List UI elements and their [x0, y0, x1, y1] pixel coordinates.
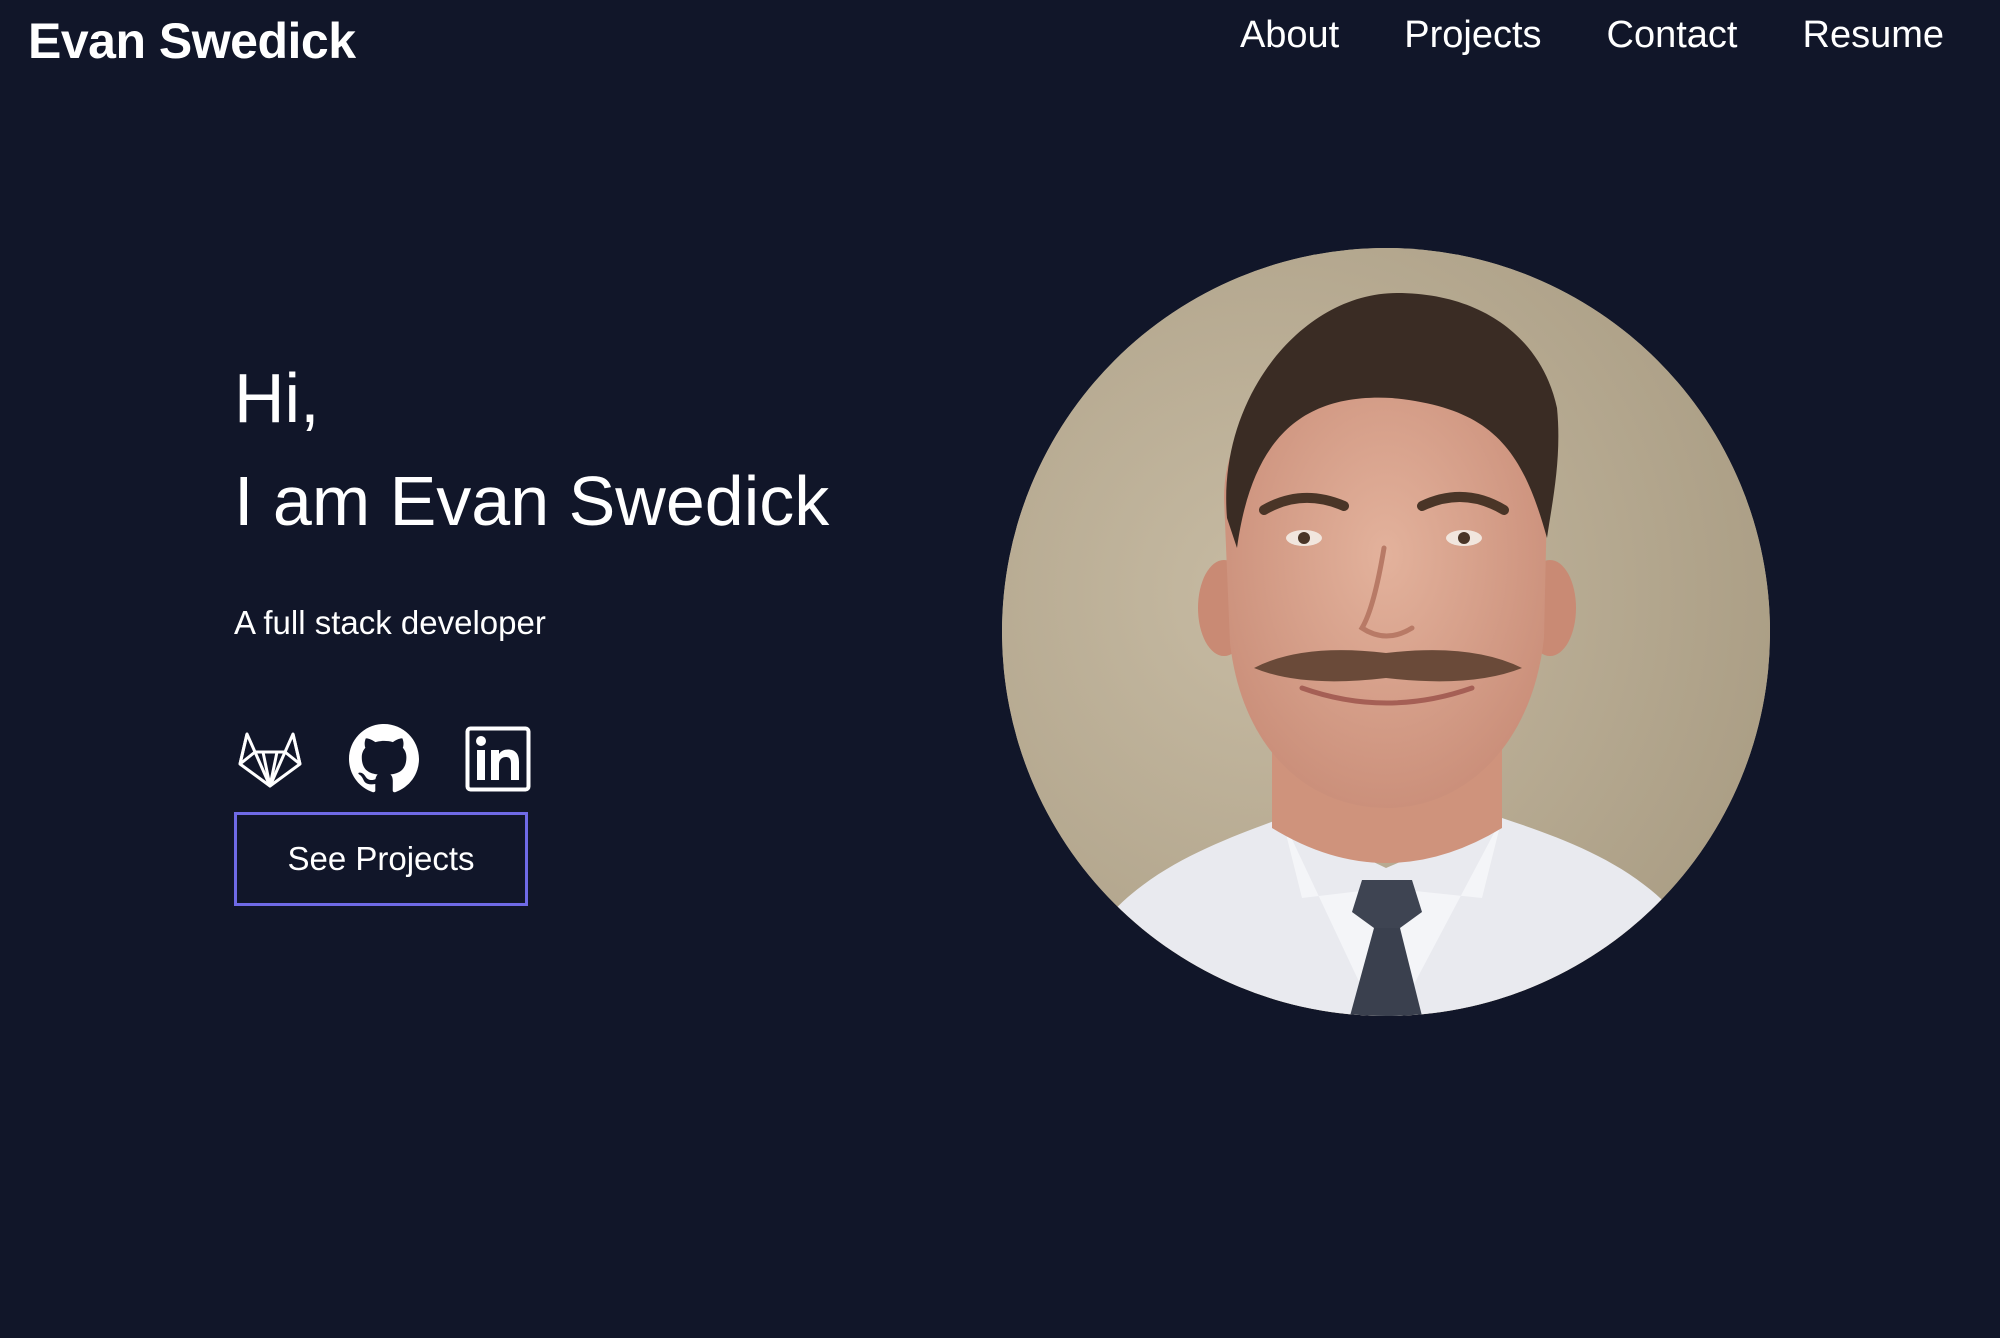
linkedin-icon [465, 726, 531, 792]
site-brand[interactable]: Evan Swedick [28, 12, 356, 70]
hero-tagline: A full stack developer [234, 604, 546, 641]
page: Evan Swedick About Projects Contact Resu… [0, 0, 2000, 1338]
github-link[interactable] [348, 723, 420, 795]
gitlab-icon [238, 732, 302, 788]
github-icon [349, 724, 419, 793]
main-nav: About Projects Contact Resume [1240, 14, 1944, 57]
nav-about-link[interactable]: About [1240, 14, 1339, 57]
profile-photo [1002, 248, 1770, 1016]
hero-section: Hi, I am Evan Swedick A full stack devel… [234, 360, 829, 906]
hero-intro: I am Evan Swedick [234, 462, 830, 540]
nav-projects-link[interactable]: Projects [1404, 14, 1541, 57]
gitlab-link[interactable] [234, 723, 306, 795]
nav-resume-link[interactable]: Resume [1803, 14, 1945, 57]
linkedin-link[interactable] [462, 723, 534, 795]
hero-greeting: Hi, [234, 359, 320, 437]
social-links [234, 722, 829, 796]
see-projects-button[interactable]: See Projects [234, 812, 528, 906]
nav-contact-link[interactable]: Contact [1607, 14, 1738, 57]
